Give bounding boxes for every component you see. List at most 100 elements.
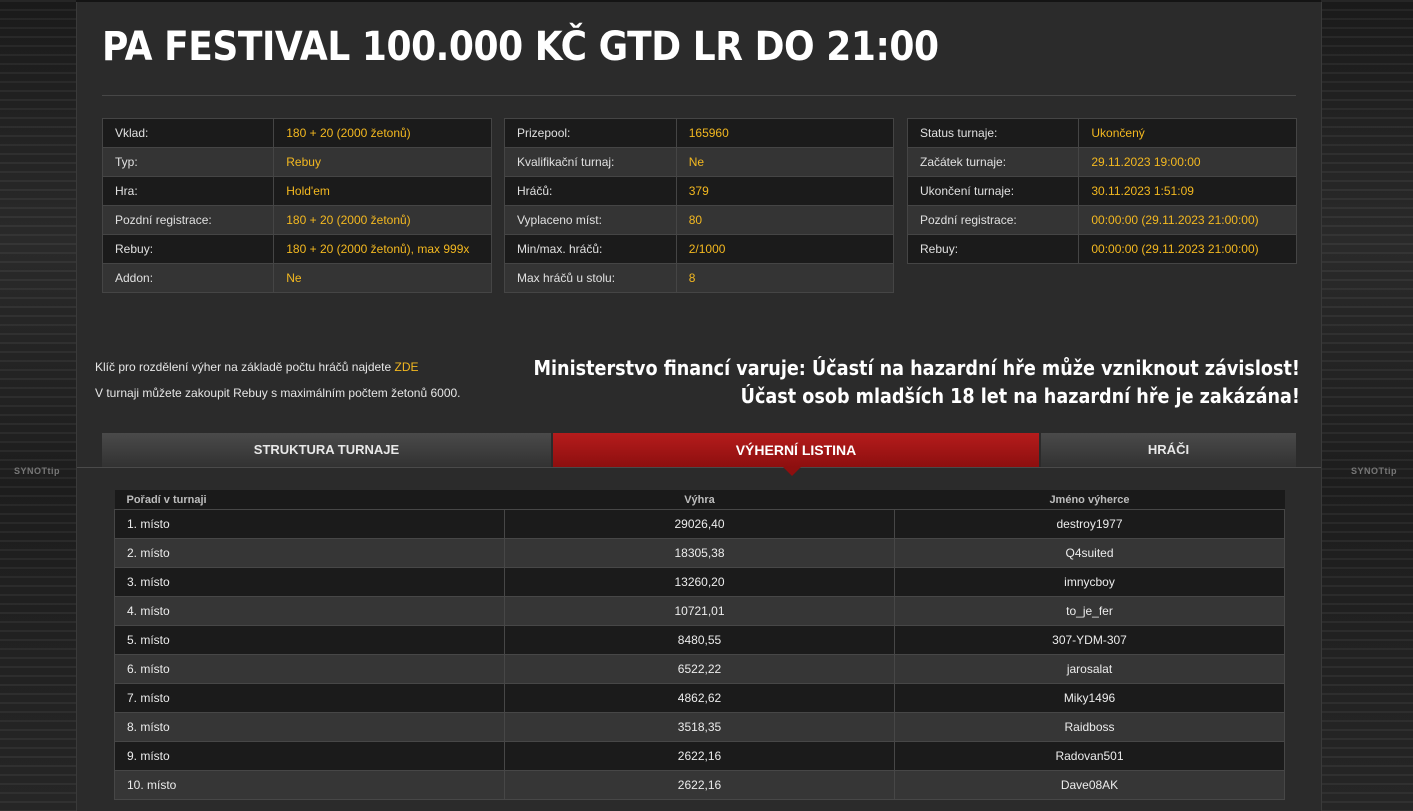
info-row: Hra: Hold'em	[101, 176, 492, 206]
prize-list-table: Pořadí v turnaji Výhra Jméno výherce 1. …	[114, 490, 1285, 800]
winner-cell: Miky1496	[894, 683, 1285, 713]
info-row: Vyplaceno míst: 80	[504, 205, 895, 235]
info-value: 80	[675, 205, 895, 235]
prize-cell: 18305,38	[504, 538, 895, 568]
prize-cell: 6522,22	[504, 654, 895, 684]
prize-cell: 3518,35	[504, 712, 895, 742]
info-label: Rebuy:	[906, 234, 1080, 264]
rank-cell: 3. místo	[114, 567, 505, 597]
rank-cell: 6. místo	[114, 654, 505, 684]
info-value: 00:00:00 (29.11.2023 21:00:00)	[1078, 234, 1297, 264]
active-tab-arrow-icon	[783, 467, 801, 476]
title-divider	[102, 95, 1296, 96]
info-row: Typ: Rebuy	[101, 147, 492, 177]
payout-key-link[interactable]: ZDE	[395, 360, 419, 374]
prize-cell: 4862,62	[504, 683, 895, 713]
background-left	[0, 0, 76, 811]
info-table-right: Status turnaje: Ukončený Začátek turnaje: 2…	[906, 118, 1297, 264]
payout-key-text: Klíč pro rozdělení výher na základě počt…	[95, 360, 392, 374]
info-value: 30.11.2023 1:51:09	[1078, 176, 1297, 206]
tab-players[interactable]: HRÁČI	[1041, 433, 1296, 467]
info-label: Hra:	[101, 176, 275, 206]
info-label: Ukončení turnaje:	[906, 176, 1080, 206]
payout-key-note: Klíč pro rozdělení výher na základě počt…	[95, 360, 419, 374]
winner-cell: Q4suited	[894, 538, 1285, 568]
table-row: 2. místo 18305,38 Q4suited	[114, 538, 1285, 568]
rank-cell: 4. místo	[114, 596, 505, 626]
winner-cell: Radovan501	[894, 741, 1285, 771]
table-row: 9. místo 2622,16 Radovan501	[114, 741, 1285, 771]
info-value: Ne	[675, 147, 895, 177]
info-value: 00:00:00 (29.11.2023 21:00:00)	[1078, 205, 1297, 235]
info-label: Status turnaje:	[906, 118, 1080, 148]
info-label: Addon:	[101, 263, 275, 293]
background-right	[1321, 0, 1413, 811]
winner-cell: destroy1977	[894, 509, 1285, 539]
info-label: Max hráčů u stolu:	[504, 263, 677, 293]
gambling-warning-line1: Ministerstvo financí varuje: Účastí na h…	[533, 356, 1300, 380]
info-value: Ne	[273, 263, 492, 293]
prize-cell: 8480,55	[504, 625, 895, 655]
info-label: Rebuy:	[101, 234, 275, 264]
info-label: Hráčů:	[504, 176, 677, 206]
tab-structure[interactable]: STRUKTURA TURNAJE	[102, 433, 551, 467]
table-row: 3. místo 13260,20 imnycboy	[114, 567, 1285, 597]
info-row: Pozdní registrace: 180 + 20 (2000 žetonů)	[101, 205, 492, 235]
info-value: 379	[675, 176, 895, 206]
info-label: Pozdní registrace:	[906, 205, 1080, 235]
rank-cell: 9. místo	[114, 741, 505, 771]
background-logo-right: SYNOTtip	[1351, 466, 1397, 476]
winner-cell: jarosalat	[894, 654, 1285, 684]
info-row: Kvalifikační turnaj: Ne	[504, 147, 895, 177]
table-row: 7. místo 4862,62 Miky1496	[114, 683, 1285, 713]
info-row: Status turnaje: Ukončený	[906, 118, 1297, 148]
info-label: Pozdní registrace:	[101, 205, 275, 235]
info-row: Začátek turnaje: 29.11.2023 19:00:00	[906, 147, 1297, 177]
column-header-winner: Jméno výherce	[894, 490, 1285, 510]
info-row: Rebuy: 180 + 20 (2000 žetonů), max 999x	[101, 234, 492, 264]
info-row: Hráčů: 379	[504, 176, 895, 206]
info-row: Rebuy: 00:00:00 (29.11.2023 21:00:00)	[906, 234, 1297, 264]
tournament-panel: PA FESTIVAL 100.000 KČ GTD LR DO 21:00 V…	[76, 2, 1322, 811]
column-header-prize: Výhra	[504, 490, 895, 510]
info-value: Rebuy	[273, 147, 492, 177]
rank-cell: 1. místo	[114, 509, 505, 539]
column-header-rank: Pořadí v turnaji	[114, 490, 505, 510]
winner-cell: Raidboss	[894, 712, 1285, 742]
rank-cell: 10. místo	[114, 770, 505, 800]
info-table-middle: Prizepool: 165960 Kvalifikační turnaj: Ne Hr…	[504, 118, 895, 293]
gambling-warning: Ministerstvo financí varuje: Účastí na h…	[534, 354, 1300, 410]
info-value: 8	[675, 263, 895, 293]
tabs-divider	[77, 467, 1321, 468]
tab-prize-list[interactable]: VÝHERNÍ LISTINA	[553, 433, 1039, 467]
prize-cell: 10721,01	[504, 596, 895, 626]
rebuy-note: V turnaji můžete zakoupit Rebuy s maximá…	[95, 386, 461, 400]
page-title: PA FESTIVAL 100.000 KČ GTD LR DO 21:00	[102, 24, 939, 70]
table-row: 4. místo 10721,01 to_je_fer	[114, 596, 1285, 626]
table-row: 5. místo 8480,55 307-YDM-307	[114, 625, 1285, 655]
rank-cell: 2. místo	[114, 538, 505, 568]
table-row: 6. místo 6522,22 jarosalat	[114, 654, 1285, 684]
background-logo-left: SYNOTtip	[14, 466, 60, 476]
winner-cell: Dave08AK	[894, 770, 1285, 800]
tournament-tabs: STRUKTURA TURNAJE VÝHERNÍ LISTINA HRÁČI	[102, 433, 1296, 467]
info-row: Min/max. hráčů: 2/1000	[504, 234, 895, 264]
table-row: 8. místo 3518,35 Raidboss	[114, 712, 1285, 742]
info-row: Addon: Ne	[101, 263, 492, 293]
winner-cell: 307-YDM-307	[894, 625, 1285, 655]
info-row: Vklad: 180 + 20 (2000 žetonů)	[101, 118, 492, 148]
info-row: Max hráčů u stolu: 8	[504, 263, 895, 293]
info-value: 180 + 20 (2000 žetonů)	[273, 118, 492, 148]
rank-cell: 5. místo	[114, 625, 505, 655]
table-row: 10. místo 2622,16 Dave08AK	[114, 770, 1285, 800]
prize-cell: 2622,16	[504, 741, 895, 771]
info-label: Typ:	[101, 147, 275, 177]
info-value: Ukončený	[1078, 118, 1297, 148]
info-label: Min/max. hráčů:	[504, 234, 677, 264]
info-value: 180 + 20 (2000 žetonů)	[273, 205, 492, 235]
info-label: Vklad:	[101, 118, 275, 148]
winner-cell: to_je_fer	[894, 596, 1285, 626]
gambling-warning-line2: Účast osob mladších 18 let na hazardní h…	[740, 384, 1300, 408]
info-label: Prizepool:	[504, 118, 677, 148]
rank-cell: 8. místo	[114, 712, 505, 742]
